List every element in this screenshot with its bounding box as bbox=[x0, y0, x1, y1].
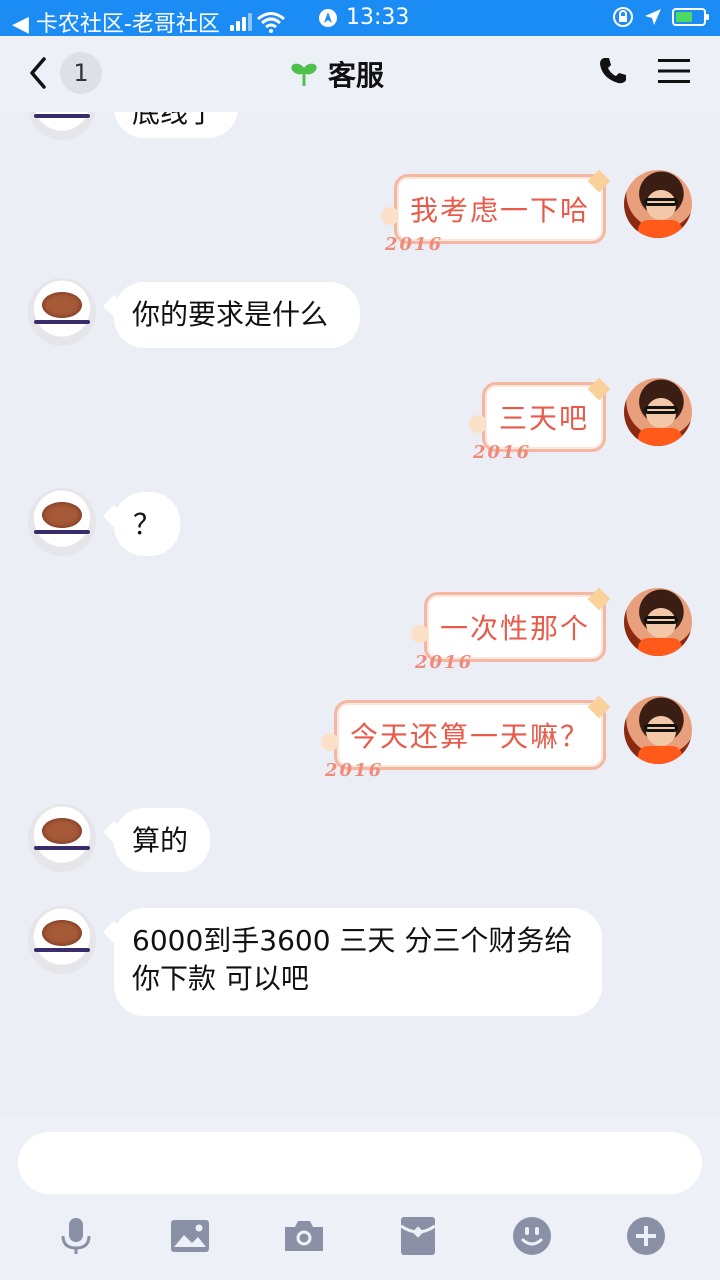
my-avatar[interactable] bbox=[624, 170, 692, 238]
orientation-lock-icon bbox=[613, 7, 633, 27]
battery-icon bbox=[672, 8, 709, 26]
message-bubble-incoming[interactable]: 6000到手3600 三天 分三个财务给你下款 可以吧 bbox=[114, 908, 602, 1016]
bubble-year-badge: 2016 bbox=[385, 234, 444, 255]
bubble-year-badge: 2016 bbox=[415, 652, 474, 673]
location-icon bbox=[645, 9, 661, 25]
my-avatar[interactable] bbox=[624, 696, 692, 764]
chat-screen: ◀ 卡农社区-老哥社区 13:33 1 客服 底线了 我考虑一下哈 2016 你… bbox=[0, 0, 720, 1280]
status-time: 13:33 bbox=[346, 5, 410, 30]
chevron-left-icon bbox=[30, 57, 46, 89]
message-bubble-incoming[interactable]: 你的要求是什么 bbox=[114, 282, 360, 348]
message-bubble-outgoing[interactable]: 三天吧 2016 bbox=[469, 377, 611, 463]
status-bar: ◀ 卡农社区-老哥社区 13:33 bbox=[0, 0, 720, 38]
message-text: 我考虑一下哈 bbox=[409, 194, 590, 227]
sprout-icon bbox=[291, 63, 317, 86]
status-carrier-group: ◀ 卡农社区-老哥社区 bbox=[12, 6, 286, 38]
message-bubble-incoming[interactable]: 底线了 bbox=[114, 112, 238, 138]
message-text: 一次性那个 bbox=[439, 612, 590, 645]
message-list[interactable]: 底线了 我考虑一下哈 2016 你的要求是什么 三天吧 2016 ？ 一次性那个… bbox=[0, 112, 720, 1116]
my-avatar[interactable] bbox=[624, 588, 692, 656]
red-packet-icon[interactable] bbox=[396, 1214, 440, 1258]
message-text: 三天吧 bbox=[498, 402, 589, 435]
bubble-year-badge: 2016 bbox=[473, 442, 532, 463]
my-avatar[interactable] bbox=[624, 378, 692, 446]
nav-bar: 1 客服 bbox=[0, 36, 720, 112]
input-toolbar bbox=[0, 1214, 720, 1258]
wifi-icon bbox=[256, 12, 285, 33]
message-bubble-outgoing[interactable]: 我考虑一下哈 2016 bbox=[381, 169, 611, 255]
message-bubble-outgoing[interactable]: 今天还算一天嘛？ 2016 bbox=[321, 695, 611, 781]
service-avatar[interactable] bbox=[28, 488, 96, 556]
unread-count-badge: 1 bbox=[60, 52, 102, 94]
image-icon[interactable] bbox=[168, 1214, 212, 1258]
mic-icon[interactable] bbox=[54, 1214, 98, 1258]
nav-actions bbox=[598, 56, 690, 86]
status-right-group bbox=[612, 6, 709, 28]
carrier-label: ◀ 卡农社区-老哥社区 bbox=[12, 12, 220, 37]
camera-icon[interactable] bbox=[282, 1214, 326, 1258]
message-bubble-incoming[interactable]: 算的 bbox=[114, 808, 210, 872]
service-avatar[interactable] bbox=[28, 804, 96, 872]
message-bubble-outgoing[interactable]: 一次性那个 2016 bbox=[411, 587, 611, 673]
message-input[interactable] bbox=[18, 1132, 702, 1194]
plus-icon[interactable] bbox=[624, 1214, 668, 1258]
bubble-year-badge: 2016 bbox=[325, 760, 384, 781]
message-bubble-incoming[interactable]: ？ bbox=[114, 492, 180, 556]
chat-title: 客服 bbox=[290, 54, 384, 94]
menu-icon[interactable] bbox=[658, 57, 690, 85]
message-text: 算的 bbox=[132, 824, 189, 857]
navigation-app-icon bbox=[319, 8, 337, 27]
message-text: 今天还算一天嘛？ bbox=[349, 720, 590, 753]
message-text: 你的要求是什么 bbox=[132, 298, 329, 331]
phone-icon[interactable] bbox=[598, 56, 628, 86]
input-bar bbox=[0, 1116, 720, 1280]
service-avatar[interactable] bbox=[28, 278, 96, 346]
message-text: ？ bbox=[132, 508, 161, 541]
status-time-group: 13:33 bbox=[318, 5, 409, 30]
service-avatar[interactable] bbox=[28, 112, 96, 140]
chat-title-text: 客服 bbox=[328, 59, 385, 92]
emoji-icon[interactable] bbox=[510, 1214, 554, 1258]
back-button[interactable]: 1 bbox=[24, 52, 102, 94]
message-text: 6000到手3600 三天 分三个财务给你下款 可以吧 bbox=[132, 924, 573, 995]
service-avatar[interactable] bbox=[28, 906, 96, 974]
signal-icon bbox=[229, 13, 252, 31]
message-text: 底线了 bbox=[132, 112, 217, 129]
